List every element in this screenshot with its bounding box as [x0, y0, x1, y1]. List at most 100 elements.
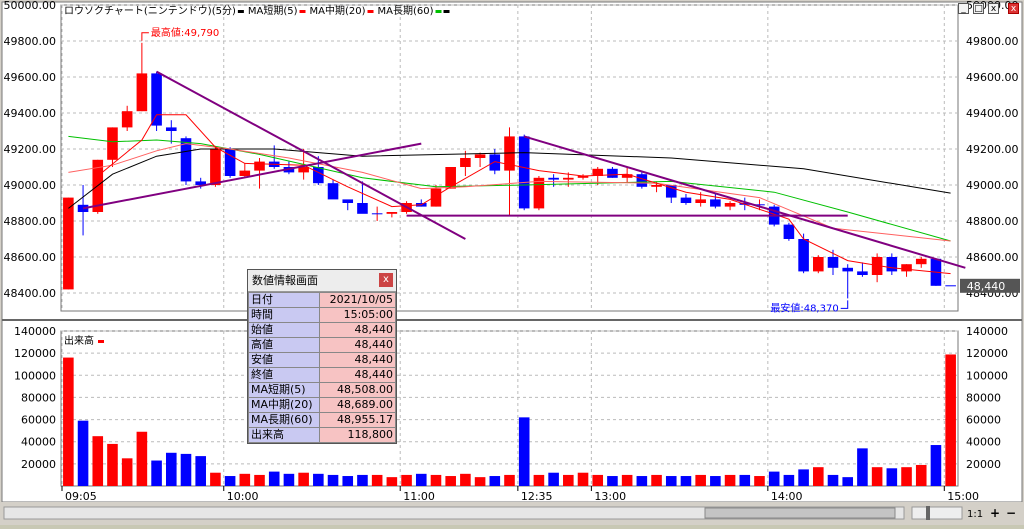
price-ytick-left: 48600.00 — [4, 251, 57, 264]
volume-bar — [813, 467, 824, 486]
candle-body — [798, 239, 809, 272]
zoom-in-icon[interactable]: + — [990, 506, 1000, 520]
volume-bar — [636, 476, 648, 486]
volume-bar — [533, 474, 545, 486]
legend-entry: ロウソクチャート(ニンテンドウ)(5分) — [64, 5, 236, 17]
volume-bar — [401, 474, 412, 486]
candle-body — [813, 257, 824, 272]
volume-bar — [224, 476, 236, 486]
volume-bar — [768, 471, 780, 486]
zoom-level: 1:1 — [967, 509, 983, 520]
last-price-label: 48,440 — [967, 280, 1006, 293]
info-panel-title-bar[interactable]: 数値情報画面 x — [248, 270, 396, 292]
info-panel-close-icon[interactable]: x — [379, 273, 393, 287]
volume-bar — [651, 474, 662, 486]
volume-ytick-right: 40000 — [966, 436, 1001, 449]
close-window-icon[interactable]: x — [988, 3, 999, 14]
volume-bar — [518, 417, 530, 486]
info-row: 日付 2021/10/05 — [248, 292, 396, 308]
volume-bar — [460, 473, 471, 486]
volume-bar — [871, 467, 883, 486]
volume-bar — [63, 357, 74, 486]
legend-swatch — [435, 10, 442, 13]
xtick-label: 12:35 — [521, 490, 553, 503]
price-ytick-left: 49600.00 — [4, 71, 57, 84]
candle-body — [636, 174, 648, 187]
candle-body — [107, 127, 118, 160]
volume-bar — [445, 476, 456, 486]
volume-bar — [592, 474, 604, 486]
volume-bar — [430, 474, 442, 486]
price-ytick-left: 48800.00 — [4, 215, 57, 228]
volume-bar — [842, 477, 854, 486]
candle-body — [518, 136, 530, 209]
volume-ytick-left: 120000 — [14, 347, 56, 360]
info-row-label: 出来高 — [248, 427, 320, 443]
candle-body — [63, 197, 74, 290]
info-row-label: 安値 — [248, 352, 320, 368]
info-row: MA短期(5) 48,508.00 — [248, 382, 396, 398]
candle-body — [460, 158, 471, 167]
minimize-icon[interactable]: _ — [958, 3, 969, 14]
volume-ytick-left: 80000 — [21, 391, 56, 404]
info-row-value: 48,508.00 — [319, 382, 396, 398]
zoom-slider[interactable] — [911, 506, 963, 520]
zoom-out-icon[interactable]: − — [1006, 506, 1016, 520]
candle-body — [386, 212, 398, 214]
legend-entry: MA短期(5) — [248, 4, 298, 17]
xtick-label: 15:00 — [947, 490, 979, 503]
price-ytick-left: 49000.00 — [4, 179, 57, 192]
info-row: 安値 48,440 — [248, 352, 396, 368]
volume-bar — [577, 472, 589, 486]
volume-bar — [298, 472, 309, 486]
volume-bar — [504, 474, 515, 486]
volume-bar — [107, 443, 118, 486]
volume-ytick-left: 60000 — [21, 414, 56, 427]
volume-bar — [268, 471, 280, 486]
candle-body — [783, 224, 795, 239]
candle-body — [842, 267, 854, 272]
candle-body — [607, 168, 618, 178]
volume-ytick-right: 80000 — [966, 391, 1001, 404]
volume-bar — [754, 476, 765, 486]
volume-bar — [915, 464, 927, 486]
candle-body — [474, 154, 486, 158]
candlestick-chart: 50000.0050000.0049800.0049800.0049600.00… — [0, 0, 1024, 525]
close-chart-icon[interactable]: x — [1008, 3, 1019, 14]
volume-bar — [857, 448, 868, 486]
candle-body — [651, 185, 662, 187]
volume-bar — [680, 476, 692, 486]
volume-bar — [254, 474, 265, 486]
restore-icon[interactable]: □ — [973, 3, 984, 14]
candle-body — [342, 199, 354, 203]
candle-body — [165, 127, 177, 131]
xtick-label: 13:00 — [594, 490, 626, 503]
volume-bar — [607, 476, 618, 486]
price-ytick-left: 49200.00 — [4, 143, 57, 156]
info-row-value: 48,689.00 — [319, 397, 396, 413]
info-row-label: 高値 — [248, 337, 320, 353]
volume-bar — [151, 460, 162, 486]
xtick-label: 10:00 — [227, 490, 259, 503]
volume-title: 出来高 — [64, 334, 94, 347]
info-row-label: MA中期(20) — [248, 397, 320, 413]
info-row-label: 終値 — [248, 367, 320, 383]
candle-body — [886, 257, 898, 272]
candle-body — [827, 257, 839, 268]
price-ytick-left: 48400.00 — [4, 287, 57, 300]
info-panel[interactable]: 数値情報画面 x 日付 2021/10/05 時間 15:05:00 始値 48,440 高… — [247, 269, 397, 444]
volume-bar — [136, 431, 148, 486]
price-ytick-right: 49000.00 — [966, 179, 1019, 192]
candle-body — [724, 203, 736, 207]
zoom-slider-handle[interactable] — [926, 506, 930, 520]
info-row: 高値 48,440 — [248, 337, 396, 353]
volume-ytick-right: 140000 — [966, 325, 1008, 338]
scrollbar-thumb[interactable] — [704, 507, 896, 519]
candle-body — [254, 161, 265, 171]
info-row-value: 48,440 — [319, 367, 396, 383]
volume-bar — [563, 474, 574, 486]
price-ytick-right: 48800.00 — [966, 215, 1019, 228]
volume-bar — [548, 472, 559, 486]
candle-body — [695, 199, 706, 203]
candle-body — [239, 170, 251, 176]
